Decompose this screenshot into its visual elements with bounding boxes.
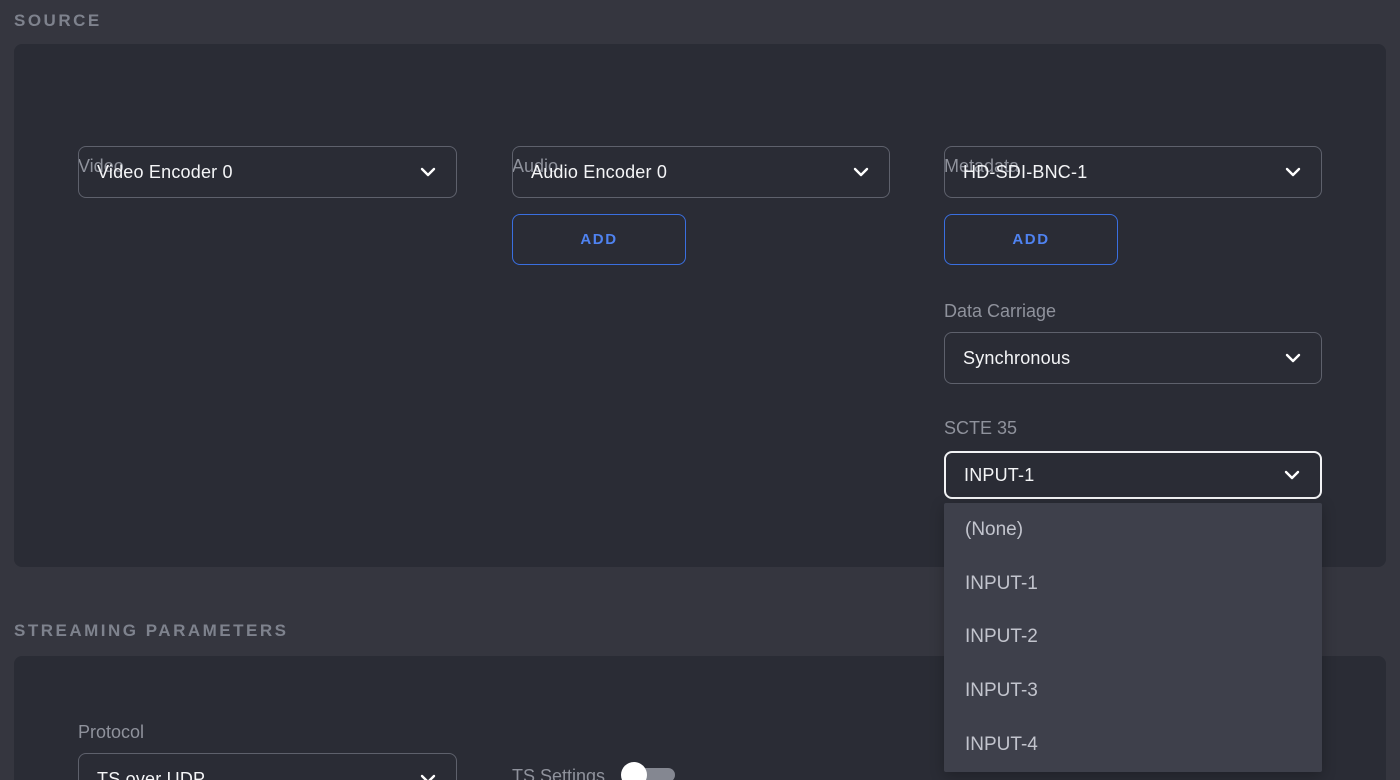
scte35-label: SCTE 35 (944, 418, 1017, 439)
ts-settings-label: TS Settings (512, 766, 605, 780)
add-audio-button[interactable]: ADD (512, 214, 686, 265)
chevron-down-icon (1285, 167, 1301, 177)
streaming-parameters-section-title: STREAMING PARAMETERS (14, 621, 288, 641)
protocol-select[interactable]: TS over UDP (78, 753, 457, 780)
data-carriage-label: Data Carriage (944, 301, 1056, 322)
scte35-option-input-4[interactable]: INPUT-4 (944, 718, 1322, 772)
ts-settings-toggle[interactable] (621, 762, 675, 780)
audio-encoder-select[interactable]: Audio Encoder 0 (512, 146, 890, 198)
metadata-value: HD-SDI-BNC-1 (963, 162, 1087, 183)
data-carriage-select[interactable]: Synchronous (944, 332, 1322, 384)
chevron-down-icon (420, 774, 436, 780)
protocol-value: TS over UDP (97, 769, 205, 780)
video-encoder-value: Video Encoder 0 (97, 162, 233, 183)
protocol-label: Protocol (78, 722, 144, 743)
scte35-dropdown-menu: (None) INPUT-1 INPUT-2 INPUT-3 INPUT-4 (944, 503, 1322, 772)
scte35-select[interactable]: INPUT-1 (944, 451, 1322, 499)
scte35-option-input-3[interactable]: INPUT-3 (944, 664, 1322, 718)
scte35-option-input-2[interactable]: INPUT-2 (944, 611, 1322, 665)
chevron-down-icon (853, 167, 869, 177)
toggle-knob (621, 762, 647, 780)
scte35-value: INPUT-1 (964, 465, 1034, 486)
audio-encoder-value: Audio Encoder 0 (531, 162, 667, 183)
chevron-down-icon (420, 167, 436, 177)
chevron-down-icon (1284, 470, 1300, 480)
data-carriage-value: Synchronous (963, 348, 1070, 369)
add-metadata-button[interactable]: ADD (944, 214, 1118, 265)
source-section-title: SOURCE (14, 11, 102, 31)
source-panel: Video Video Encoder 0 Audio Audio Encode… (14, 44, 1386, 567)
scte35-option-none[interactable]: (None) (944, 503, 1322, 557)
chevron-down-icon (1285, 353, 1301, 363)
scte35-option-input-1[interactable]: INPUT-1 (944, 557, 1322, 611)
metadata-select[interactable]: HD-SDI-BNC-1 (944, 146, 1322, 198)
video-encoder-select[interactable]: Video Encoder 0 (78, 146, 457, 198)
